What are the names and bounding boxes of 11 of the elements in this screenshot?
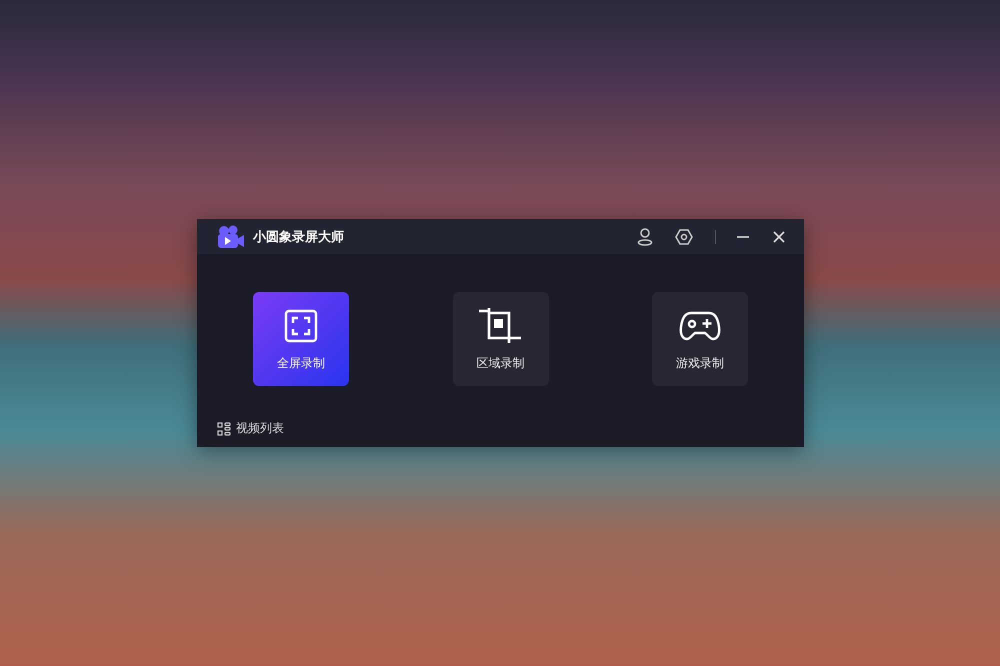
recording-mode-button[interactable]: 全屏录制 (253, 292, 349, 386)
recording-mode-button[interactable]: 区域录制 (452, 292, 548, 386)
user-icon[interactable] (635, 226, 655, 248)
window-title: 小圆象录屏大师 (253, 228, 344, 246)
video-list-link[interactable]: 视频列表 (217, 420, 284, 437)
list-icon (217, 422, 231, 436)
crop-icon (478, 306, 524, 344)
gamepad-icon (679, 310, 721, 342)
recording-mode-button[interactable]: 游戏录制 (652, 292, 748, 386)
video-camera-logo-icon (217, 224, 245, 248)
fullscreen-icon (284, 308, 318, 342)
